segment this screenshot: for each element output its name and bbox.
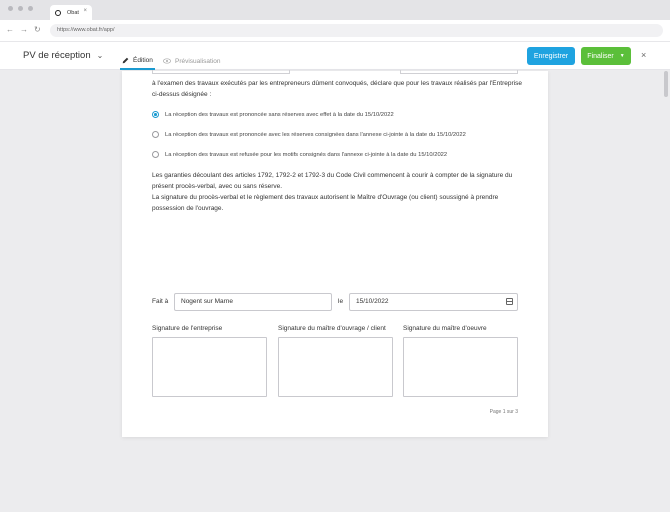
- intro-paragraph: à l'examen des travaux exécutés par les …: [152, 80, 522, 98]
- radio-option-label: La réception des travaux est prononcée a…: [165, 131, 466, 138]
- signature-box-maitre-oeuvre[interactable]: [403, 337, 518, 397]
- signature-label-maitre-oeuvre: Signature du maître d'oeuvre: [403, 325, 487, 332]
- browser-tab-strip: Obat ×: [0, 0, 670, 20]
- signature-box-maitre-ouvrage[interactable]: [278, 337, 393, 397]
- tab-edition-label: Édition: [133, 56, 153, 64]
- tab-close-icon[interactable]: ×: [83, 8, 87, 14]
- minimize-window-dot[interactable]: [18, 6, 23, 11]
- page-number: Page 1 sur 3: [489, 409, 518, 415]
- document-title: PV de réception: [23, 50, 91, 61]
- pencil-icon: [122, 57, 129, 63]
- close-icon[interactable]: ×: [641, 50, 646, 60]
- radio-option-refusee[interactable]: La réception des travaux est refusée pou…: [152, 151, 447, 158]
- browser-toolbar: ← → ↻ https://www.obat.fr/app/: [0, 20, 670, 42]
- maximize-window-dot[interactable]: [28, 6, 33, 11]
- tab-preview[interactable]: Prévisualisation: [163, 52, 221, 70]
- garanties-text: Les garanties découlant des articles 179…: [152, 172, 513, 190]
- browser-tab[interactable]: Obat ×: [50, 5, 92, 20]
- vertical-scrollbar[interactable]: [664, 71, 668, 97]
- document-page: à l'examen des travaux exécutés par les …: [122, 70, 548, 437]
- radio-button-checked[interactable]: [152, 111, 159, 118]
- obat-logo-icon: [55, 9, 61, 16]
- document-title-dropdown[interactable]: PV de réception ⌄: [23, 50, 103, 61]
- finalize-button-label: Finaliser: [587, 52, 614, 60]
- signature-label-entreprise: Signature de l'entreprise: [152, 325, 223, 332]
- radio-option-label: La réception des travaux est prononcée s…: [165, 111, 394, 118]
- garanties-paragraph: Les garanties découlant des articles 179…: [152, 170, 522, 214]
- radio-option-label: La réception des travaux est refusée pou…: [165, 151, 448, 158]
- back-arrow-icon[interactable]: ←: [6, 25, 14, 34]
- address-bar[interactable]: https://www.obat.fr/app/: [50, 24, 663, 37]
- date-value: 15/10/2022: [356, 298, 389, 305]
- chevron-down-icon: ⌄: [96, 51, 104, 60]
- partial-field-right: [400, 70, 518, 74]
- place-date-row: Fait à Nogent sur Marne le 15/10/2022: [152, 293, 518, 311]
- calendar-icon[interactable]: [506, 298, 513, 305]
- radio-button[interactable]: [152, 131, 159, 138]
- fait-a-label: Fait à: [152, 298, 169, 305]
- reload-icon[interactable]: ↻: [34, 25, 41, 34]
- tab-preview-label: Prévisualisation: [175, 57, 221, 65]
- eye-icon: [163, 58, 171, 64]
- radio-option-avec-reserves[interactable]: La réception des travaux est prononcée a…: [152, 131, 466, 138]
- browser-tab-title: Obat: [67, 9, 79, 16]
- forward-arrow-icon[interactable]: →: [20, 25, 28, 34]
- app-header: PV de réception ⌄ Édition Prévisualisati…: [0, 42, 670, 70]
- radio-button[interactable]: [152, 151, 159, 158]
- place-input[interactable]: Nogent sur Marne: [174, 293, 332, 311]
- save-button[interactable]: Enregistrer: [527, 47, 575, 65]
- signature-box-entreprise[interactable]: [152, 337, 267, 397]
- window-controls: [8, 6, 33, 11]
- signature-possession-text: La signature du procès-verbal et le règl…: [152, 194, 499, 212]
- finalize-button[interactable]: Finaliser ▼: [581, 47, 631, 65]
- signature-label-maitre-ouvrage: Signature du maître d'ouvrage / client: [278, 325, 386, 332]
- close-window-dot[interactable]: [8, 6, 13, 11]
- radio-option-sans-reserves[interactable]: La réception des travaux est prononcée s…: [152, 111, 394, 118]
- tab-edition[interactable]: Édition: [120, 52, 155, 70]
- le-label: le: [338, 298, 344, 305]
- caret-down-icon[interactable]: ▼: [620, 53, 625, 59]
- partial-field-left: [152, 70, 290, 74]
- date-input[interactable]: 15/10/2022: [349, 293, 518, 311]
